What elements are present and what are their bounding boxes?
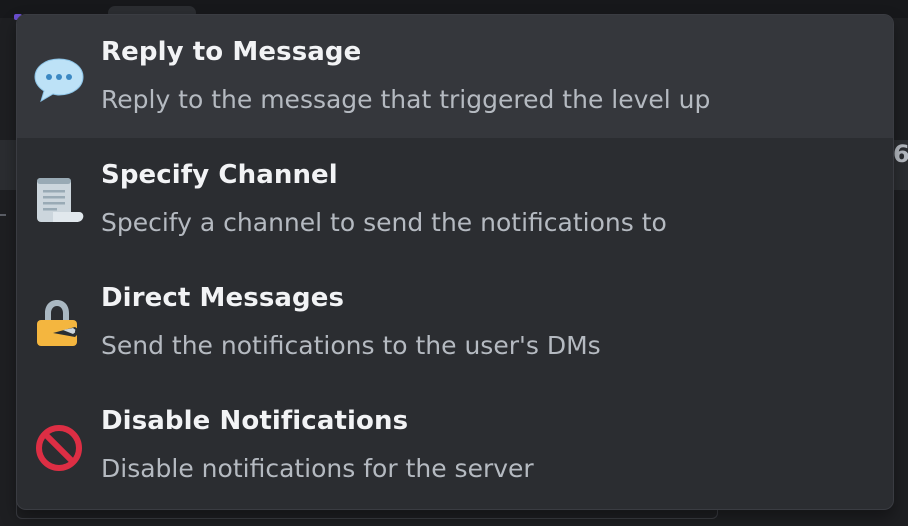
option-disable-notifications[interactable]: Disable Notifications Disable notificati… bbox=[17, 384, 893, 507]
option-reply-to-message[interactable]: Reply to Message Reply to the message th… bbox=[17, 15, 893, 138]
option-description: Specify a channel to send the notificati… bbox=[101, 208, 667, 237]
notification-options-menu: Reply to Message Reply to the message th… bbox=[16, 14, 894, 510]
locked-with-pen-icon bbox=[37, 300, 81, 346]
option-title: Direct Messages bbox=[101, 283, 345, 313]
option-title: Specify Channel bbox=[101, 160, 338, 190]
background-divider bbox=[0, 214, 6, 216]
option-title: Disable Notifications bbox=[101, 406, 409, 436]
option-description: Send the notifications to the user's DMs bbox=[101, 331, 601, 360]
option-title: Reply to Message bbox=[101, 37, 362, 67]
scroll-page-icon bbox=[37, 178, 84, 222]
option-direct-messages[interactable]: Direct Messages Send the notifications t… bbox=[17, 261, 893, 384]
speech-bubble-icon bbox=[34, 58, 84, 103]
prohibited-icon bbox=[36, 425, 82, 471]
option-description: Reply to the message that triggered the … bbox=[101, 85, 711, 114]
option-specify-channel[interactable]: Specify Channel Specify a channel to sen… bbox=[17, 138, 893, 261]
background-partial-text: 6 bbox=[893, 140, 908, 168]
option-description: Disable notifications for the server bbox=[101, 454, 534, 483]
